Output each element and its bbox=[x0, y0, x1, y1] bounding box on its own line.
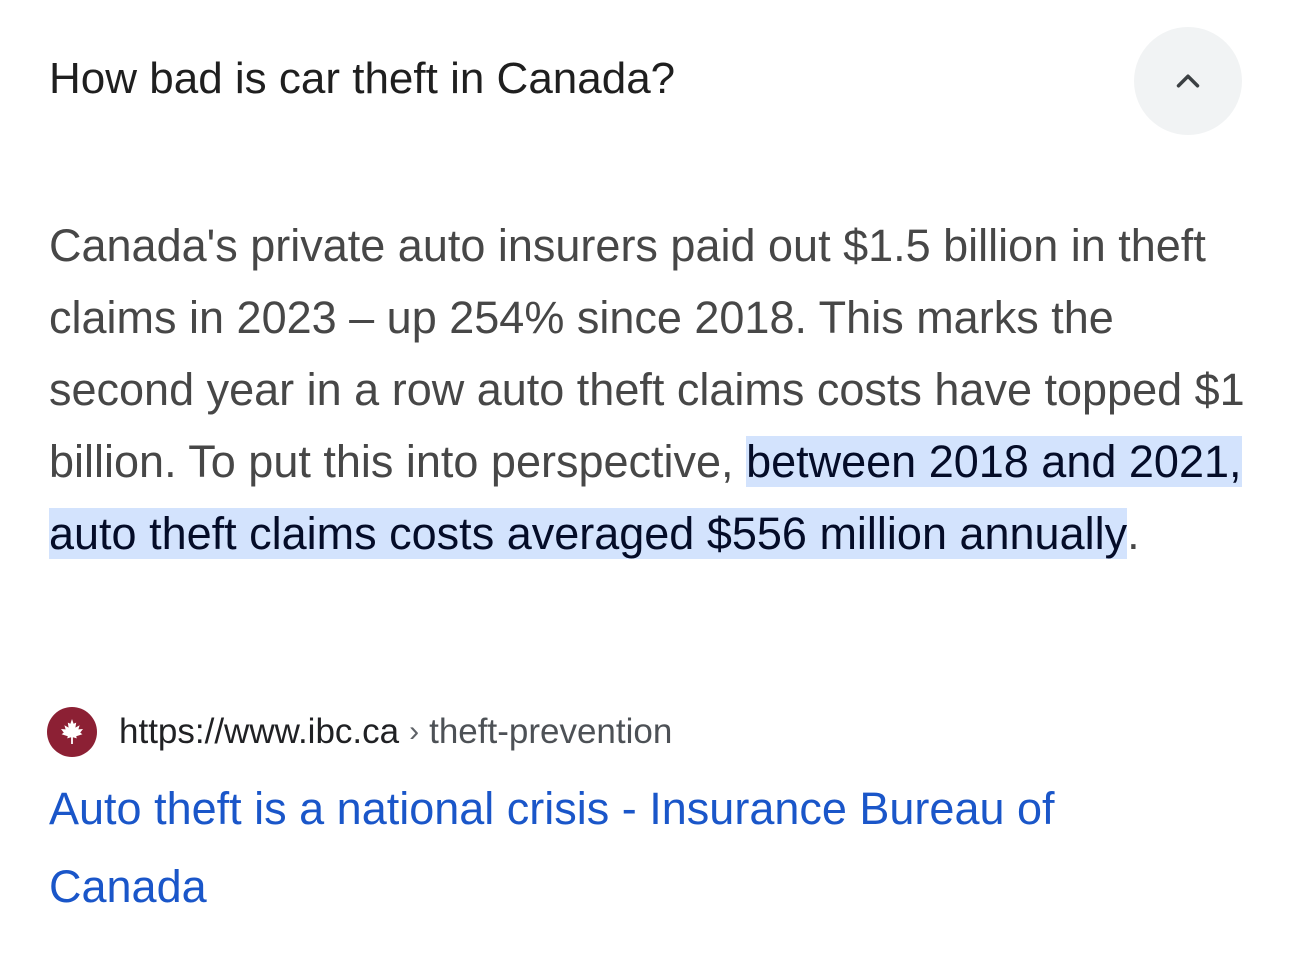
answer-end-punctuation: . bbox=[1127, 508, 1140, 559]
breadcrumb-separator: › bbox=[409, 715, 420, 748]
source-citation[interactable]: https://www.ibc.ca › theft-prevention bbox=[47, 706, 672, 758]
result-title-link[interactable]: Auto theft is a national crisis - Insura… bbox=[49, 770, 1209, 926]
source-path: theft-prevention bbox=[429, 712, 673, 751]
answer-snippet: Canada's private auto insurers paid out … bbox=[49, 210, 1249, 570]
collapse-button[interactable] bbox=[1134, 27, 1242, 135]
source-domain: https://www.ibc.ca bbox=[119, 712, 400, 751]
question-header[interactable]: How bad is car theft in Canada? bbox=[0, 0, 1290, 160]
chevron-up-icon bbox=[1176, 74, 1200, 88]
ibc-maple-leaf-icon bbox=[47, 707, 97, 757]
question-title[interactable]: How bad is car theft in Canada? bbox=[49, 50, 675, 108]
